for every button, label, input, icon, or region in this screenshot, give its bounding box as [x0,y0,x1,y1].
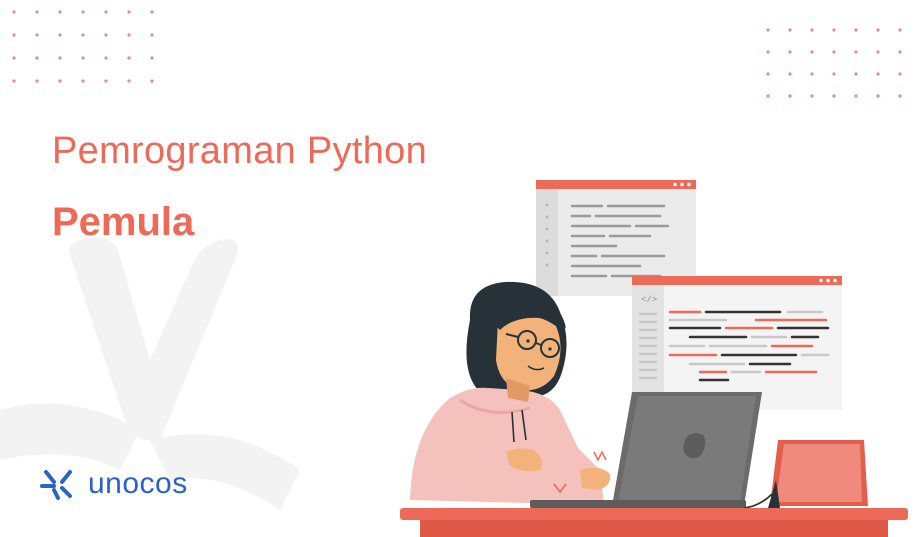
decor-dot [854,50,858,54]
decor-dot [12,56,16,60]
decor-dot [35,33,39,37]
brand-name: unocos [88,467,188,500]
decor-dot [854,72,858,76]
decor-dot [58,10,62,14]
decor-dot [766,50,770,54]
decor-dot [104,56,108,60]
decor-dot [81,33,85,37]
decor-dot [832,28,836,32]
decor-dot [35,56,39,60]
illustration-programmer: </> [400,180,908,537]
watermark-v-shape [69,237,238,441]
course-title: Pemrograman Python [52,130,428,172]
watermark-c-shape [0,403,140,470]
decor-dot [876,50,880,54]
decor-dot [832,94,836,98]
decor-dot [810,28,814,32]
decor-dot [766,28,770,32]
programmer-figure [410,281,611,505]
decor-dot [81,79,85,83]
decor-dot [58,79,62,83]
decor-dot [81,56,85,60]
decor-dot [876,28,880,32]
dot-grid-top-right [766,28,902,98]
code-window-icon: </> [632,276,842,410]
decor-dot [898,50,902,54]
decor-dot [854,94,858,98]
course-banner: Pemrograman Python Pemula unocos </> [0,0,918,537]
code-tag-label: </> [641,295,657,305]
decor-dot [35,79,39,83]
decor-dot [876,94,880,98]
tablet-icon [743,440,868,509]
decor-dot [766,72,770,76]
course-level: Pemula [52,200,195,244]
decor-dot [854,28,858,32]
decor-dot [810,72,814,76]
decor-dot [104,79,108,83]
decor-dot [898,28,902,32]
decor-dot [150,10,154,14]
decor-dot [35,10,39,14]
decor-dot [127,56,131,60]
decor-dot [788,50,792,54]
decor-dot [127,33,131,37]
decor-dot [12,10,16,14]
unocos-logo-icon [40,470,72,500]
decor-dot [12,33,16,37]
decor-dot [788,72,792,76]
decor-dot [150,33,154,37]
decor-dot [58,33,62,37]
desk [400,508,908,537]
decor-dot [810,94,814,98]
decor-dot [150,79,154,83]
decor-dot [12,79,16,83]
decor-dot [150,56,154,60]
decor-dot [766,94,770,98]
decor-dot [104,10,108,14]
decor-dot [876,72,880,76]
decor-dot [832,50,836,54]
decor-dot [898,72,902,76]
decor-dot [832,72,836,76]
decor-dot [127,79,131,83]
decor-dot [810,50,814,54]
decor-dot [127,10,131,14]
decor-dot [58,56,62,60]
decor-dot [898,94,902,98]
unocos-logo[interactable]: unocos [38,466,188,502]
dot-grid-top-left [12,10,154,83]
decor-dot [104,33,108,37]
decor-dot [81,10,85,14]
decor-dot [788,28,792,32]
decor-dot [788,94,792,98]
